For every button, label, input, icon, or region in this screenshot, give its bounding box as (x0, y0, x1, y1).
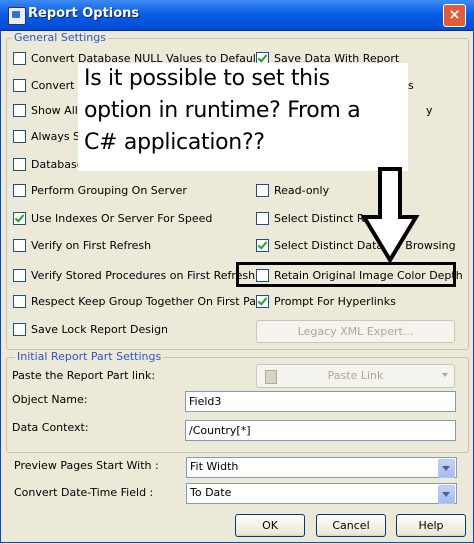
cancel-button[interactable]: Cancel (316, 514, 386, 537)
data-context-label: Data Context: (12, 421, 89, 434)
close-button[interactable]: × (443, 4, 466, 27)
checkbox-read-only[interactable]: Read-only (256, 182, 329, 198)
question-overlay: Is it possible to set this option in run… (78, 63, 408, 171)
checkbox-box[interactable] (13, 78, 26, 92)
checkbox-box[interactable] (256, 183, 269, 197)
report-app-icon (8, 7, 26, 25)
question-line: option in runtime? From a (84, 98, 361, 123)
checkbox-box-checked[interactable] (256, 294, 269, 308)
convert-datetime-select[interactable]: To Date (186, 483, 457, 504)
checkbox-label: Verify Stored Procedures on First Refres… (31, 268, 256, 282)
checkbox-verify-refresh[interactable]: Verify on First Refresh (13, 237, 151, 253)
checkbox-box[interactable] (13, 129, 26, 143)
checkbox-box[interactable] (13, 322, 26, 336)
highlight-box (236, 262, 456, 287)
checkbox-box[interactable] (13, 51, 26, 65)
paste-link-button[interactable]: Paste Link (256, 364, 455, 388)
checkbox-box[interactable] (13, 294, 26, 308)
checkbox-verify-stored-procedures[interactable]: Verify Stored Procedures on First Refres… (13, 267, 255, 283)
object-name-label: Object Name: (12, 393, 88, 406)
down-arrow-icon (360, 167, 420, 264)
preview-pages-value: Fit Width (190, 460, 239, 473)
convert-datetime-label: Convert Date-Time Field : (14, 486, 154, 499)
checkbox-label: Respect Keep Group Together On First Pag… (31, 294, 270, 308)
question-line: C# application?? (84, 130, 265, 155)
checkbox-always-sort[interactable]: Always Sc (13, 128, 86, 144)
paste-link-label: Paste the Report Part link: (12, 369, 156, 382)
legacy-xml-expert-button[interactable]: Legacy XML Expert... (256, 320, 455, 343)
hidden-label-fragment: s (408, 79, 414, 92)
report-part-label: Initial Report Part Settings (15, 350, 164, 363)
chevron-down-icon[interactable] (438, 485, 455, 504)
checkbox-label: Prompt For Hyperlinks (274, 294, 396, 308)
help-button[interactable]: Help (396, 514, 466, 537)
hidden-label-fragment: y (426, 104, 433, 117)
checkbox-select-distinct-browsing[interactable]: Select Distinct Data for Browsing (256, 237, 456, 253)
data-context-field[interactable]: /Country[*] (185, 420, 456, 441)
checkbox-label: Verify on First Refresh (31, 238, 152, 252)
checkbox-box-checked[interactable] (256, 238, 269, 252)
chevron-down-icon[interactable] (438, 459, 455, 478)
checkbox-grouping-server[interactable]: Perform Grouping On Server (13, 182, 187, 198)
checkbox-box-checked[interactable] (13, 211, 26, 225)
window-title: Report Options (28, 6, 140, 21)
paste-link-label-text: Paste Link (327, 369, 384, 382)
ok-button[interactable]: OK (235, 514, 305, 537)
preview-pages-select[interactable]: Fit Width (186, 457, 457, 478)
checkbox-label: Perform Grouping On Server (31, 183, 187, 197)
checkbox-use-indexes[interactable]: Use Indexes Or Server For Speed (13, 210, 212, 226)
checkbox-box[interactable] (13, 183, 26, 197)
general-settings-label: General Settings (12, 31, 108, 44)
checkbox-box[interactable] (13, 238, 26, 252)
checkbox-save-lock-design[interactable]: Save Lock Report Design (13, 321, 168, 337)
checkbox-label: Read-only (274, 183, 330, 197)
checkbox-box[interactable] (13, 268, 26, 282)
checkbox-box[interactable] (13, 103, 26, 117)
title-bar: Report Options × (0, 0, 474, 31)
object-name-field[interactable]: Field3 (185, 391, 456, 412)
checkbox-prompt-hyperlinks[interactable]: Prompt For Hyperlinks (256, 293, 396, 309)
question-line: Is it possible to set this (84, 66, 330, 91)
checkbox-label: Database (31, 157, 84, 171)
preview-pages-label: Preview Pages Start With : (14, 459, 159, 472)
checkbox-convert-other[interactable]: Convert O (13, 77, 87, 93)
checkbox-label: Use Indexes Or Server For Speed (31, 211, 213, 225)
convert-datetime-value: To Date (190, 486, 232, 499)
checkbox-keep-group-together[interactable]: Respect Keep Group Together On First Pag… (13, 293, 270, 309)
checkbox-box[interactable] (256, 211, 269, 225)
checkbox-box[interactable] (13, 157, 26, 171)
checkbox-label: Save Lock Report Design (31, 322, 169, 336)
checkbox-database[interactable]: Database (13, 156, 84, 172)
clipboard-icon (265, 370, 277, 384)
chevron-down-icon (442, 373, 448, 377)
